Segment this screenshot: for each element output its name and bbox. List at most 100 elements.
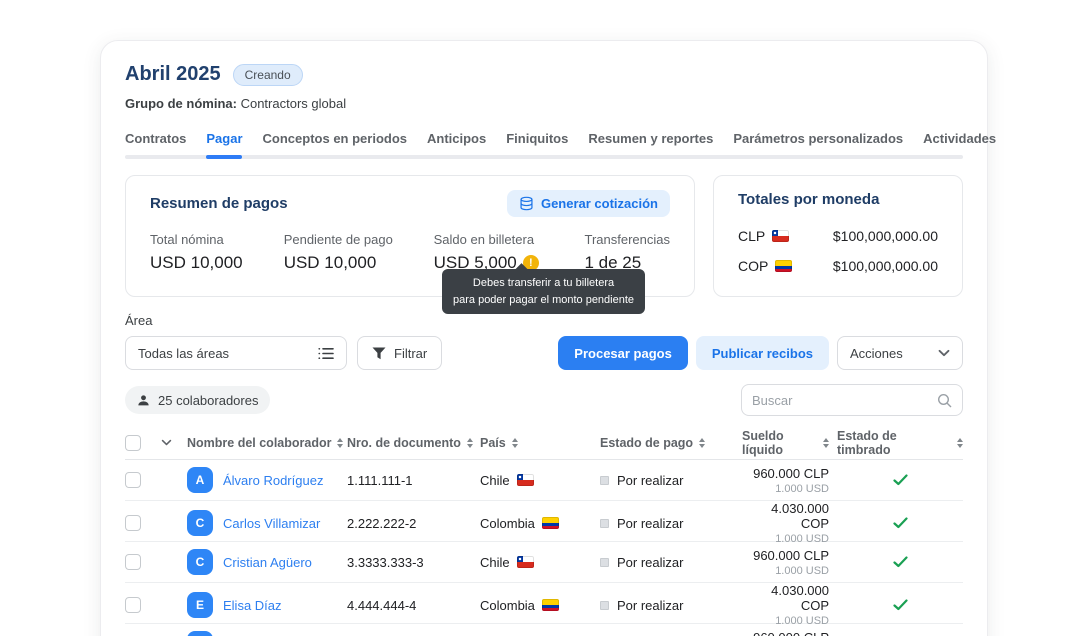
document-number: 1.111.111-1 <box>347 473 480 488</box>
net-salary-usd: 1.000 USD <box>742 615 829 627</box>
tab-parametros-personalizados[interactable]: Parámetros personalizados <box>733 131 903 146</box>
area-select-value: Todas las áreas <box>138 346 229 361</box>
collaborators-chip-label: 25 colaboradores <box>158 393 258 408</box>
avatar: C <box>187 549 213 575</box>
row-checkbox[interactable] <box>125 515 141 531</box>
search-box <box>741 384 963 416</box>
stat-value: USD 10,000 <box>150 253 284 273</box>
payment-summary-card: Resumen de pagos Generar cotización Tota… <box>125 175 695 297</box>
net-salary-local: 960.000 CLP <box>742 548 829 563</box>
sort-icon <box>467 438 473 448</box>
col-header-estado-de-pago[interactable]: Estado de pago <box>600 436 742 450</box>
net-salary-usd: 1.000 USD <box>742 483 829 495</box>
stat-pendiente-de-pago: Pendiente de pagoUSD 10,000 <box>284 232 434 273</box>
check-icon <box>893 556 908 568</box>
net-salary-local: 4.030.000 COP <box>742 583 829 613</box>
tab-resumen-y-reportes[interactable]: Resumen y reportes <box>588 131 713 146</box>
status-badge: Creando <box>233 64 303 86</box>
net-salary: 960.000 CLP1.000 USD <box>742 630 837 636</box>
tab-pagar[interactable]: Pagar <box>206 131 242 146</box>
payment-summary-title: Resumen de pagos <box>150 195 288 212</box>
currency-amount: $100,000,000.00 <box>833 228 938 244</box>
net-salary-usd: 1.000 USD <box>742 533 829 545</box>
search-input[interactable] <box>752 393 937 408</box>
currency-code: CLP <box>738 228 789 244</box>
avatar: E <box>187 592 213 618</box>
collaborator-name-link[interactable]: Carlos Villamizar <box>223 516 320 531</box>
sort-icon <box>699 438 705 448</box>
net-salary-local: 960.000 CLP <box>742 630 829 636</box>
col-header-label: Sueldo líquido <box>742 429 817 457</box>
row-checkbox[interactable] <box>125 597 141 613</box>
bulk-actions: Procesar pagos Publicar recibos Acciones <box>558 336 963 370</box>
table-body: AÁlvaro Rodríguez1.111.111-1ChilePor rea… <box>125 460 963 636</box>
area-label: Área <box>125 313 963 328</box>
flag-cl-icon <box>772 230 789 242</box>
net-salary: 960.000 CLP 1.000 USD <box>742 466 837 495</box>
select-all-checkbox[interactable] <box>125 435 141 451</box>
net-salary-local: 960.000 CLP <box>742 466 829 481</box>
net-salary: 960.000 CLP1.000 USD <box>742 548 837 577</box>
stat-transferencias: Transferencias1 de 25 <box>584 232 670 273</box>
collaborator-name-link[interactable]: Cristian Agüero <box>223 555 312 570</box>
tab-conceptos-en-periodos[interactable]: Conceptos en periodos <box>263 131 407 146</box>
tab-contratos[interactable]: Contratos <box>125 131 186 146</box>
net-salary: 4.030.000 COP 1.000 USD <box>742 501 837 545</box>
net-salary: 4.030.000 COP 1.000 USD <box>742 583 837 627</box>
sort-icon <box>512 438 518 448</box>
tab-bar: Contratos Pagar Conceptos en periodos Antic… <box>125 131 963 146</box>
table-row: CCristian Agüero3.3333.333-3ChilePor rea… <box>125 542 963 583</box>
stat-label: Transferencias <box>584 232 670 247</box>
table-row: CCarlos Villamizar2.222.222-2ColombiaPor… <box>125 501 963 542</box>
flag-co-icon <box>775 260 792 272</box>
page-title: Abril 2025 <box>125 63 221 86</box>
col-header-nombre-del-colaborador[interactable]: Nombre del colaborador <box>187 436 347 450</box>
coins-icon <box>519 196 534 211</box>
generate-quote-button[interactable]: Generar cotización <box>507 190 670 217</box>
filter-button[interactable]: Filtrar <box>357 336 442 370</box>
process-payments-button[interactable]: Procesar pagos <box>558 336 688 370</box>
status-square-icon <box>600 558 609 567</box>
tab-anticipos[interactable]: Anticipos <box>427 131 486 146</box>
avatar: F <box>187 631 213 636</box>
actions-select[interactable]: Acciones <box>837 336 963 370</box>
col-header-nro-de-documento[interactable]: Nro. de documento <box>347 436 480 450</box>
country-cell: Chile <box>480 555 600 570</box>
country-cell: Colombia <box>480 516 600 531</box>
row-checkbox[interactable] <box>125 472 141 488</box>
payroll-group-value: Contractors global <box>241 96 347 111</box>
stat-total-nomina: Total nómina USD 10,000 <box>150 232 284 273</box>
col-header-sueldo-liquido[interactable]: Sueldo líquido <box>742 429 837 457</box>
stat-label: Total nómina <box>150 232 284 247</box>
collaborator-name-link[interactable]: Elisa Díaz <box>223 598 282 613</box>
check-icon <box>893 517 908 529</box>
document-number: 2.222.222-2 <box>347 516 480 531</box>
net-salary-local: 4.030.000 COP <box>742 501 829 531</box>
stamp-status <box>837 599 963 611</box>
status-square-icon <box>600 601 609 610</box>
publish-receipts-button[interactable]: Publicar recibos <box>696 336 829 370</box>
stat-saldo-en-billetera: Saldo en billeteraUSD 5,000! <box>434 232 585 273</box>
currency-code: COP <box>738 258 792 274</box>
col-header-estado-de-timbrado[interactable]: Estado de timbrado <box>837 429 963 457</box>
collaborator-name-link[interactable]: Álvaro Rodríguez <box>223 473 323 488</box>
generate-quote-label: Generar cotización <box>541 196 658 211</box>
page-header: Abril 2025 Creando <box>125 63 963 86</box>
col-header-label: Nombre del colaborador <box>187 436 331 450</box>
collaborators-chip[interactable]: 25 colaboradores <box>125 386 270 414</box>
tab-actividades[interactable]: Actividades <box>923 131 996 146</box>
currency-totals-card: Totales por moneda CLP$100,000,000.00COP… <box>713 175 963 297</box>
summary-stats: Total nómina USD 10,000Pendiente de pagoU… <box>150 232 670 273</box>
filter-row: Todas las áreas Filtrar <box>125 336 963 370</box>
expand-chevron-icon[interactable] <box>161 439 172 446</box>
row-checkbox[interactable] <box>125 554 141 570</box>
document-number: 4.444.444-4 <box>347 598 480 613</box>
payment-status: Por realizar <box>600 473 742 488</box>
col-header-label: Estado de timbrado <box>837 429 951 457</box>
tab-finiquitos[interactable]: Finiquitos <box>506 131 568 146</box>
payroll-group-label: Grupo de nómina: <box>125 96 237 111</box>
summary-section: Resumen de pagos Generar cotización Tota… <box>125 175 963 297</box>
col-header-pais[interactable]: País <box>480 436 600 450</box>
payment-status: Por realizar <box>600 598 742 613</box>
area-select[interactable]: Todas las áreas <box>125 336 347 370</box>
